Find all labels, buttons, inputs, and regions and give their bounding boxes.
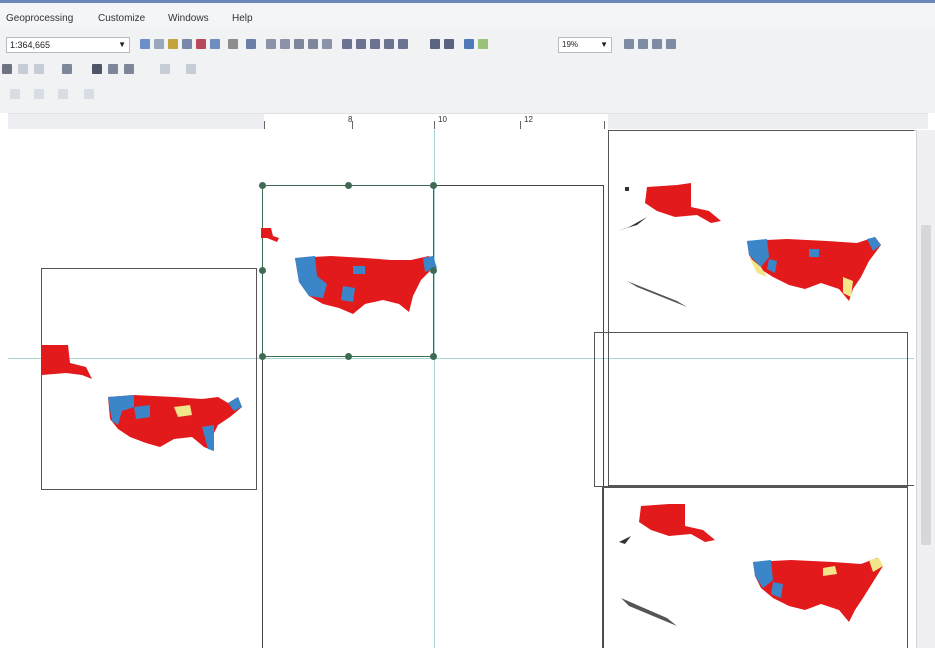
arrow-icon[interactable]	[246, 39, 256, 49]
full-extent-icon[interactable]	[308, 39, 318, 49]
topology-icon[interactable]	[34, 89, 44, 99]
callout-icon[interactable]	[108, 64, 118, 74]
table-icon[interactable]	[182, 39, 192, 49]
us-map	[619, 504, 883, 626]
menu-windows[interactable]: Windows	[168, 13, 209, 24]
us-map	[617, 183, 881, 307]
font-icon[interactable]	[124, 64, 134, 74]
data-frame-selected[interactable]	[261, 185, 437, 357]
fill-color-icon[interactable]	[186, 64, 196, 74]
resize-handle[interactable]	[430, 182, 437, 189]
map-scale-value: 1:364,665	[10, 40, 51, 50]
ruler-label: 12	[524, 115, 533, 124]
menu-geoprocessing[interactable]: Geoprocessing	[6, 13, 73, 24]
pan-icon[interactable]	[294, 39, 304, 49]
ungroup-icon[interactable]	[84, 89, 94, 99]
ruler-label: 10	[438, 115, 447, 124]
zoom-100-icon[interactable]	[398, 39, 408, 49]
menu-help[interactable]: Help	[232, 13, 253, 24]
fixed-zoom-out-icon[interactable]	[356, 39, 366, 49]
layout-view[interactable]	[8, 130, 914, 648]
zoom-level-value: 19%	[562, 40, 579, 49]
zoom-in-icon[interactable]	[266, 39, 276, 49]
data-driven-pages-icon[interactable]	[666, 39, 676, 49]
focus-frame-icon[interactable]	[638, 39, 648, 49]
resize-handle[interactable]	[430, 267, 437, 274]
previous-extent-icon[interactable]	[370, 39, 380, 49]
scissors-icon[interactable]	[228, 39, 238, 49]
select-elements-icon[interactable]	[140, 39, 150, 49]
us-map	[42, 345, 242, 451]
horizontal-ruler: 8 10 12	[8, 113, 928, 131]
us-map	[261, 228, 437, 314]
resize-handle[interactable]	[259, 353, 266, 360]
data-view-icon[interactable]	[478, 39, 488, 49]
ruler-label: 8	[348, 115, 353, 124]
identify-icon[interactable]	[154, 39, 164, 49]
page-icon[interactable]	[464, 39, 474, 49]
edit-vertices-icon[interactable]	[34, 64, 44, 74]
pencil-icon[interactable]	[18, 64, 28, 74]
vertical-scrollbar[interactable]	[916, 130, 935, 648]
group-icon[interactable]	[58, 89, 68, 99]
layer-icon[interactable]	[168, 39, 178, 49]
zoom-level-field[interactable]: 19% ▼	[558, 37, 612, 53]
change-layout-icon[interactable]	[652, 39, 662, 49]
chevron-down-icon[interactable]: ▼	[118, 40, 126, 49]
toggle-draft-icon[interactable]	[624, 39, 634, 49]
chart-icon[interactable]	[196, 39, 206, 49]
map-scale-field[interactable]: 1:364,665 ▼	[6, 37, 130, 53]
grid-icon[interactable]	[430, 39, 440, 49]
fixed-zoom-in-icon[interactable]	[342, 39, 352, 49]
next-extent-icon[interactable]	[384, 39, 394, 49]
data-frame-left[interactable]	[41, 268, 257, 490]
zoom-whole-page-icon[interactable]	[322, 39, 332, 49]
resize-handle[interactable]	[259, 267, 266, 274]
snapping-icon[interactable]	[10, 89, 20, 99]
symbol-icon[interactable]	[160, 64, 170, 74]
window-icon[interactable]	[210, 39, 220, 49]
text-icon[interactable]	[92, 64, 102, 74]
zoom-out-icon[interactable]	[280, 39, 290, 49]
resize-handle[interactable]	[345, 182, 352, 189]
menu-bar: Geoprocessing Customize Windows Help	[0, 0, 935, 28]
resize-handle[interactable]	[430, 353, 437, 360]
resize-handle[interactable]	[345, 353, 352, 360]
data-frame-right-bottom[interactable]	[602, 487, 908, 648]
scrollbar-thumb[interactable]	[921, 225, 931, 545]
resize-handle[interactable]	[259, 182, 266, 189]
align-icon[interactable]	[62, 64, 72, 74]
chevron-down-icon[interactable]: ▼	[600, 40, 608, 49]
draw-icon[interactable]	[2, 64, 12, 74]
menu-customize[interactable]: Customize	[98, 13, 145, 24]
data-frame-right-middle[interactable]	[594, 332, 908, 487]
guides-icon[interactable]	[444, 39, 454, 49]
